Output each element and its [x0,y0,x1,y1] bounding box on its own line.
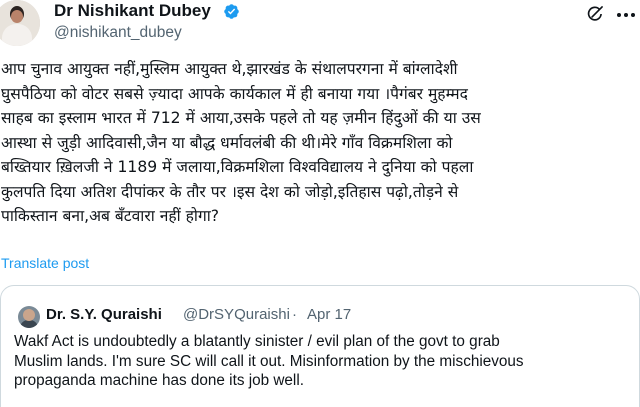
post-text-line: पाकिस्तान बना,अब बँटवारा नहीं होगा? [1,207,220,225]
avatar-face [11,10,23,23]
quoted-post-text: Wakf Act is undoubtedly a blatantly sini… [14,332,574,391]
quoted-text-line: Muslim lands. I'm sure SC will call it o… [14,352,524,370]
author-display-name[interactable]: Dr Nishikant Dubey [54,1,211,21]
grok-icon[interactable] [585,4,605,24]
verified-badge-icon [224,4,239,19]
quoted-text-line: Wakf Act is undoubtedly a blatantly sini… [14,333,500,350]
quoted-avatar-face [23,309,35,321]
quoted-text-line: propaganda machine has done its job well… [14,372,304,389]
author-avatar[interactable] [0,0,40,46]
quoted-avatar-body [20,320,38,328]
quoted-author-avatar[interactable] [18,306,40,328]
post-text-line: आस्था से जुड़ी आदिवासी,जैन या बौद्ध धर्म… [1,133,453,152]
avatar-body [2,24,32,46]
post-text-line: कुलपति दिया अतिश दीपांकर के तौर पर ।इस द… [1,182,459,201]
post-text-line: आप चुनाव आयुक्त नहीं,मुस्लिम आयुक्त थे,झ… [1,60,458,78]
translate-post-link[interactable]: Translate post [1,255,89,271]
post-header: Dr Nishikant Dubey @nishikant_dubey [0,0,640,50]
quoted-author-display-name[interactable]: Dr. S.Y. Quraishi [46,306,162,323]
quoted-post[interactable]: Dr. S.Y. Quraishi @DrSYQuraishi · Apr 17… [0,285,640,407]
quoted-post-date[interactable]: Apr 17 [307,306,351,323]
post-text-line: घुसपैठिया को वोटर सबसे ज़्यादा आपके कार्… [1,84,468,103]
quoted-author-handle[interactable]: @DrSYQuraishi [183,306,290,323]
post-text-line: साहब का इस्लाम भारत में 712 में आया,उसके… [1,109,481,127]
quoted-separator: · [292,306,297,323]
more-options-icon[interactable] [616,12,636,18]
author-handle[interactable]: @nishikant_dubey [54,24,182,42]
post-text-line: बख्तियार ख़िलजी ने 1189 में जलाया,विक्रम… [1,158,474,176]
post-text: आप चुनाव आयुक्त नहीं,मुस्लिम आयुक्त थे,झ… [1,57,637,229]
